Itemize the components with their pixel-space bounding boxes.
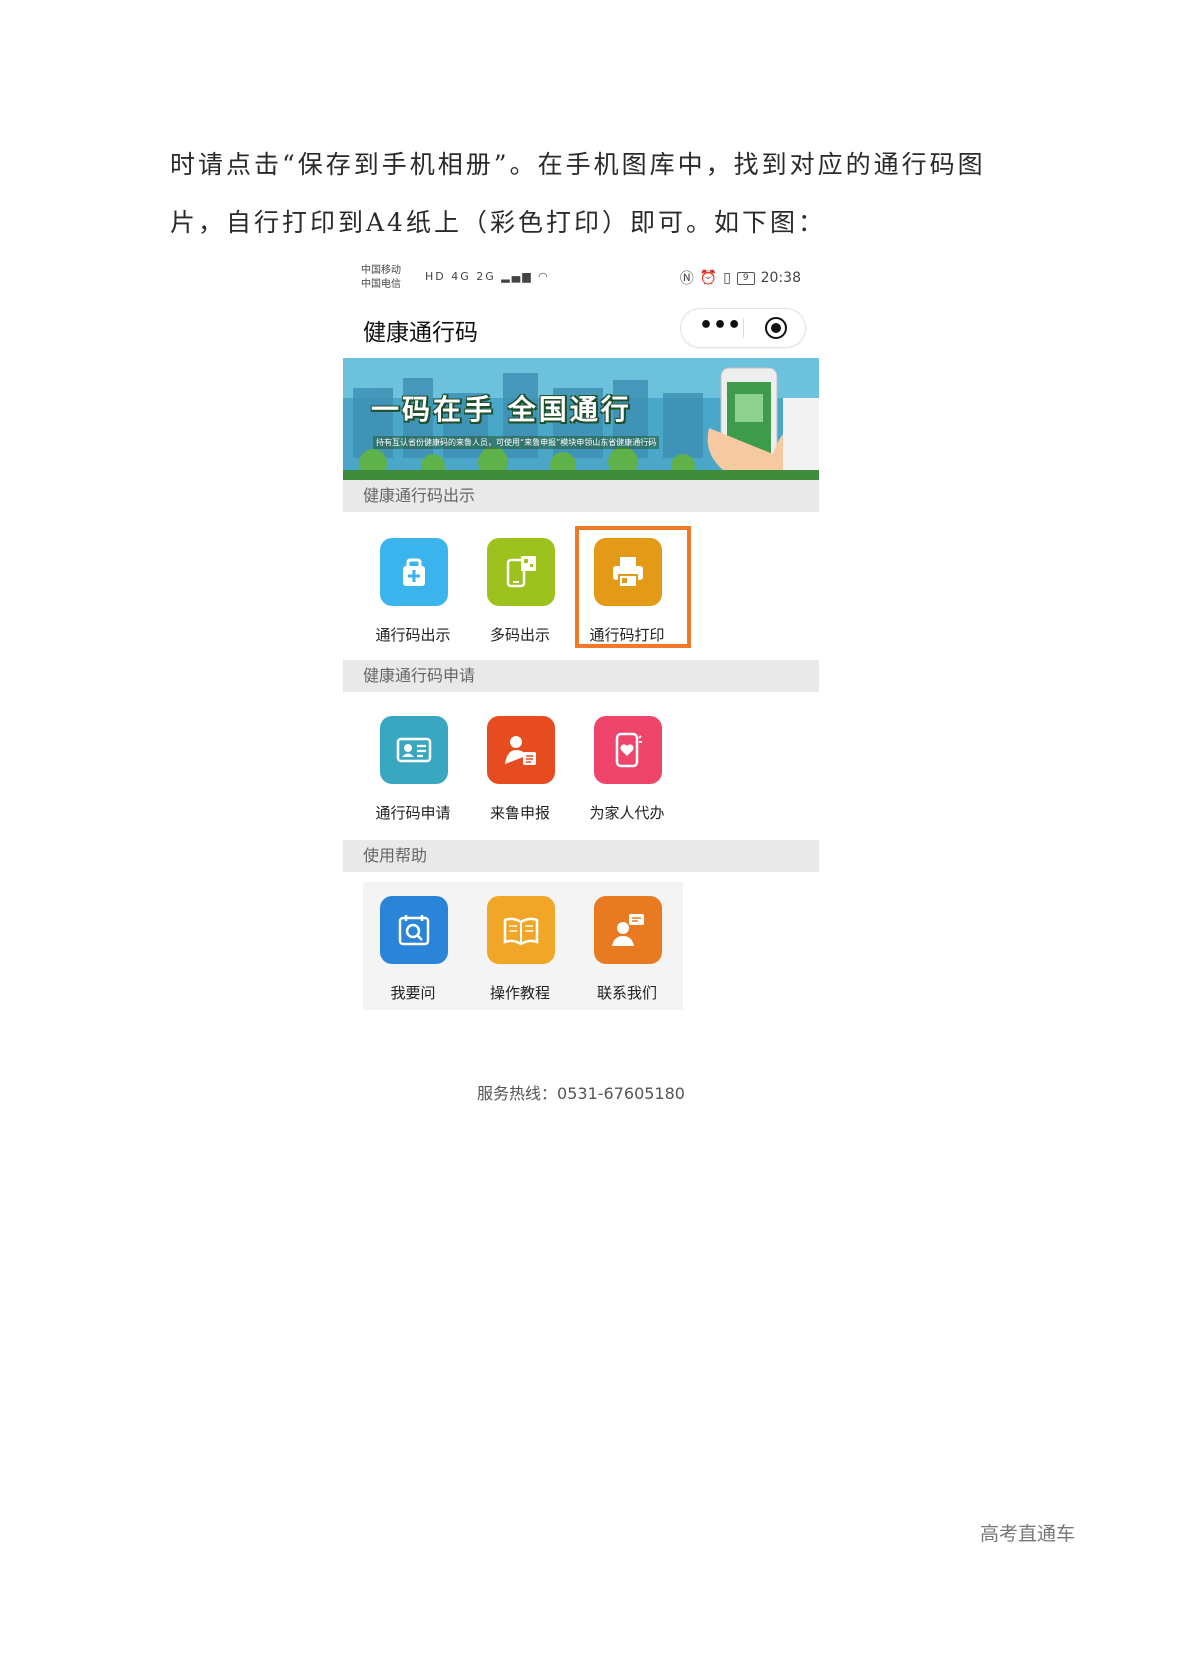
alarm-icon: ⏰ [699,270,718,286]
network-badges: HD 4G 2G [425,270,496,283]
tile-pass-show[interactable]: 通行码出示 [363,538,463,648]
tile-label: 为家人代办 [589,804,665,822]
signal-icon: ▂▄▆ [501,270,533,283]
close-target-icon[interactable] [765,317,787,339]
wifi-icon: ◠ [538,270,550,283]
banner-subtext: 持有互认省份健康码的来鲁人员，可使用“来鲁申报”模块申领山东省健康通行码 [373,436,660,449]
watermark-text: 高考直通车 [980,1523,1076,1545]
nfc-icon: Ⓝ [679,271,694,287]
miniprogram-capsule: ••• [680,308,806,348]
grid-apply: 通行码申请 来鲁申报 为家人代办 [363,716,683,836]
tile-lailu-report[interactable]: 来鲁申报 [470,716,570,826]
app-title: 健康通行码 [363,320,478,346]
tile-tutorial[interactable]: 操作教程 [470,896,570,1006]
tile-label: 多码出示 [489,626,550,644]
tile-label: 通行码出示 [375,626,451,644]
banner-slogan: 一码在手 全国通行 [371,393,632,426]
medical-kit-icon [380,538,448,606]
section-header-apply: 健康通行码申请 [343,660,819,692]
tile-label: 联系我们 [596,984,657,1002]
contact-chat-icon [594,896,662,964]
tile-pass-apply[interactable]: 通行码申请 [363,716,463,826]
tile-ask[interactable]: 我要问 [363,896,463,1006]
doc-line-2: 片，自行打印到A4纸上（彩色打印）即可。如下图： [170,208,826,237]
capsule-divider [743,318,744,338]
banner[interactable]: 一码在手 全国通行 持有互认省份健康码的来鲁人员，可使用“来鲁申报”模块申领山东… [343,358,819,480]
carrier-1: 中国移动 [361,265,401,276]
phone-screenshot: 中国移动 中国电信 HD 4G 2G ▂▄▆ ◠ Ⓝ ⏰ ▯ 9 20:38 健… [343,258,819,1118]
person-form-icon [487,716,555,784]
status-right: Ⓝ ⏰ ▯ 9 20:38 [680,268,801,288]
section-header-display: 健康通行码出示 [343,480,819,512]
highlight-frame [575,526,691,648]
tile-label: 通行码申请 [375,804,451,822]
id-card-icon [380,716,448,784]
phone-heart-icon [594,716,662,784]
battery-icon: 9 [736,271,755,285]
signal-icons: HD 4G 2G ▂▄▆ ◠ [425,270,550,283]
tile-label: 我要问 [390,984,436,1002]
more-icon[interactable]: ••• [699,313,741,338]
book-icon [487,896,555,964]
tile-contact[interactable]: 联系我们 [577,896,677,1006]
status-time: 20:38 [760,270,801,286]
vibrate-icon: ▯ [723,270,731,286]
search-calendar-icon [380,896,448,964]
tile-label: 来鲁申报 [489,804,550,822]
section-header-help: 使用帮助 [343,840,819,872]
carrier-info: 中国移动 中国电信 [361,264,401,292]
tile-label: 操作教程 [489,984,550,1002]
tile-family-proxy[interactable]: 为家人代办 [577,716,677,826]
grid-help: 我要问 操作教程 联系我们 [363,896,683,1016]
tile-multi-code[interactable]: 多码出示 [470,538,570,648]
service-hotline: 服务热线：0531-67605180 [477,1084,685,1103]
doc-line-1: 时请点击“保存到手机相册”。在手机图库中，找到对应的通行码图 [170,150,986,179]
carrier-2: 中国电信 [361,279,401,290]
phone-qr-icon [487,538,555,606]
status-bar: 中国移动 中国电信 HD 4G 2G ▂▄▆ ◠ Ⓝ ⏰ ▯ 9 20:38 [343,258,819,298]
